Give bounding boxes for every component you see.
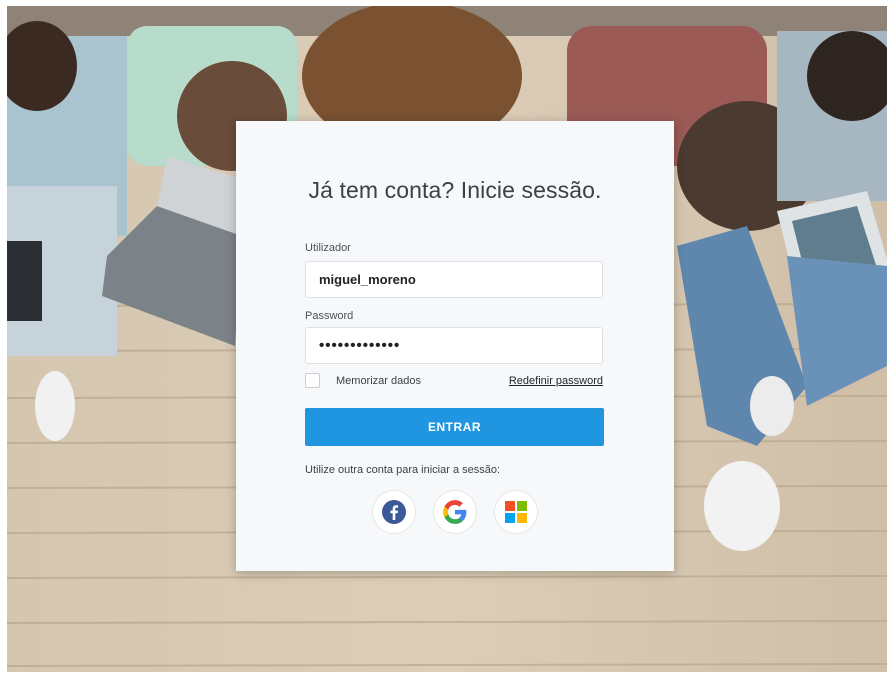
facebook-login-button[interactable]	[372, 490, 416, 534]
remember-checkbox[interactable]	[305, 373, 320, 388]
password-label: Password	[305, 310, 354, 322]
google-login-button[interactable]	[433, 490, 477, 534]
microsoft-login-button[interactable]	[494, 490, 538, 534]
username-input[interactable]	[305, 261, 603, 298]
login-card: Já tem conta? Inicie sessão. Utilizador …	[236, 121, 674, 571]
remember-label: Memorizar dados	[336, 374, 421, 387]
username-label: Utilizador	[305, 242, 351, 254]
facebook-icon	[382, 500, 406, 524]
login-page: Já tem conta? Inicie sessão. Utilizador …	[7, 6, 887, 672]
login-title: Já tem conta? Inicie sessão.	[308, 177, 602, 203]
google-icon	[443, 500, 467, 524]
remember-row: Memorizar dados	[305, 373, 421, 388]
alt-login-label: Utilize outra conta para iniciar a sessã…	[305, 464, 501, 476]
password-input[interactable]	[305, 327, 603, 364]
microsoft-icon	[505, 501, 527, 523]
reset-password-link[interactable]: Redefinir password	[509, 375, 603, 387]
login-button[interactable]: ENTRAR	[305, 408, 604, 446]
